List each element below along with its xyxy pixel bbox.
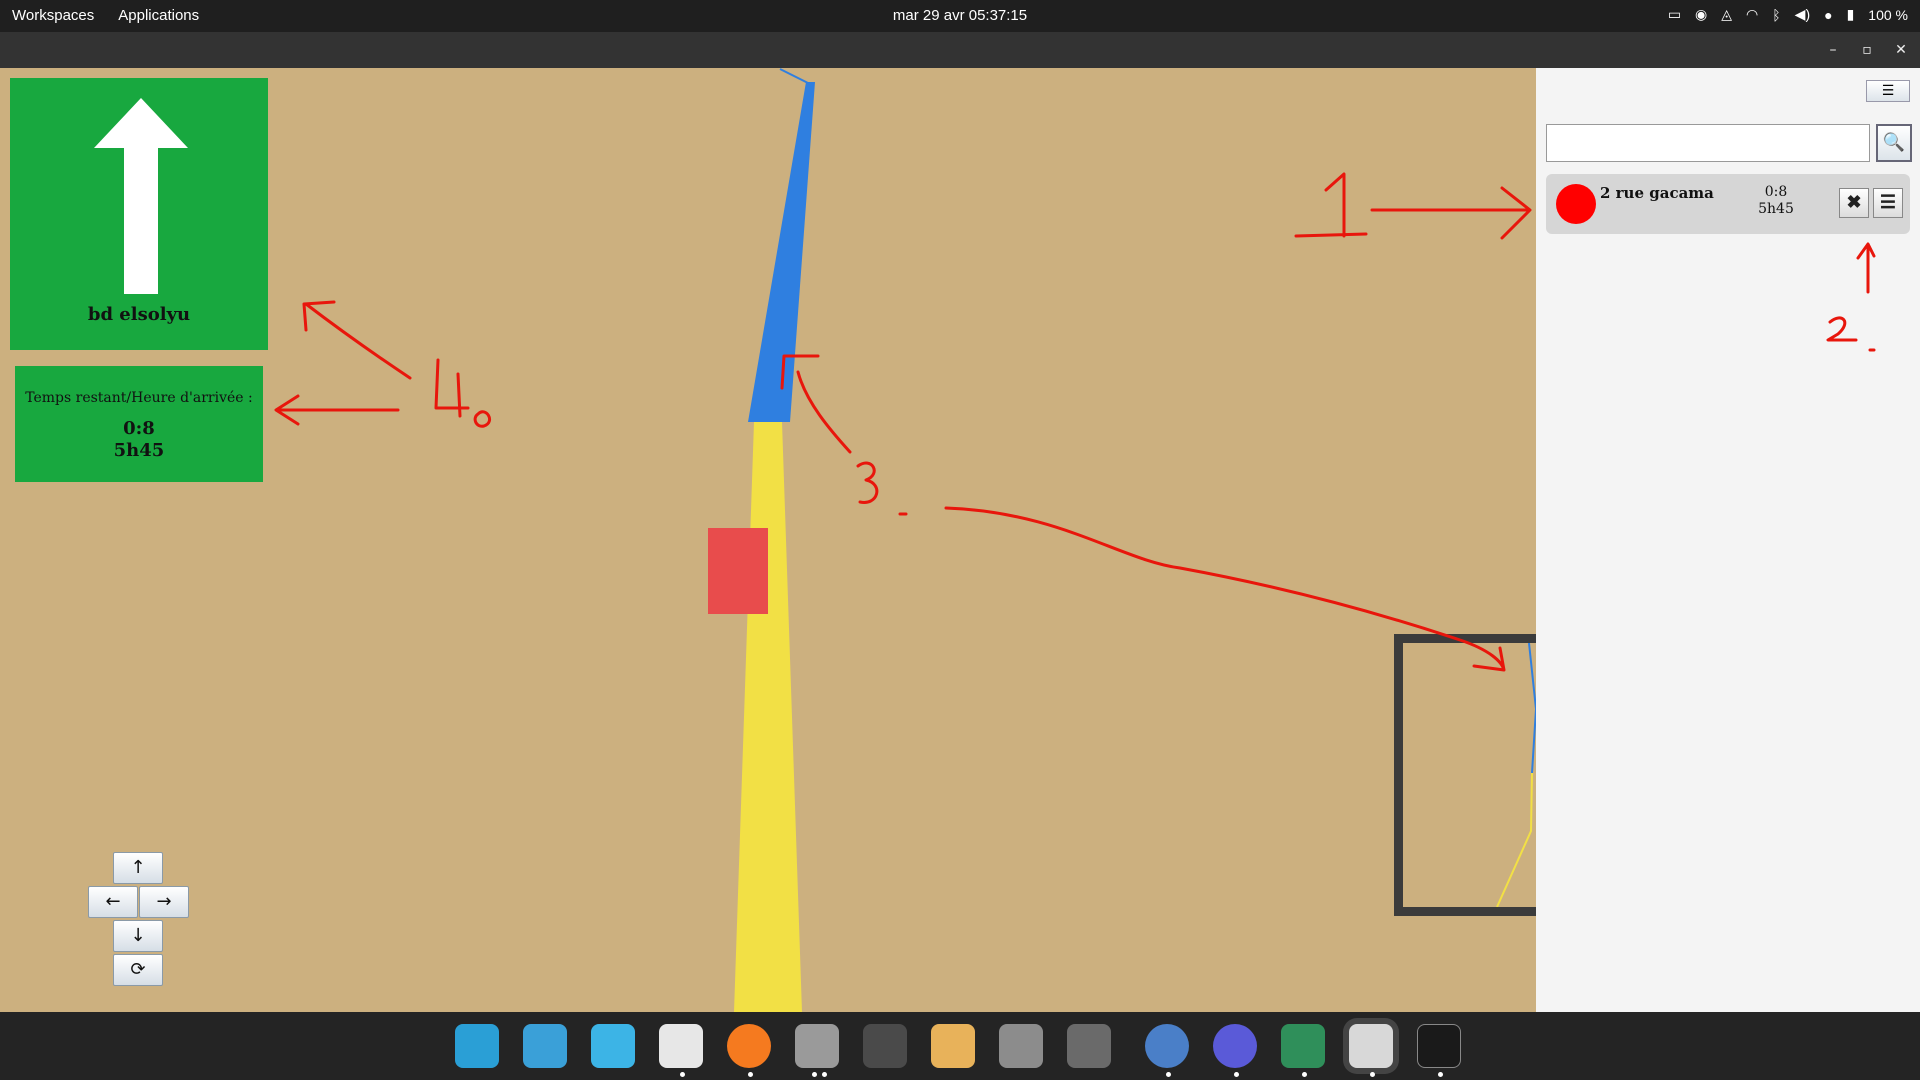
minimap[interactable]: ⛶ [1394, 634, 1536, 916]
terminal-icon[interactable] [1417, 1024, 1461, 1068]
window-manager-icon[interactable] [523, 1024, 567, 1068]
running-indicator [1302, 1072, 1307, 1077]
close-button[interactable]: ✕ [1891, 40, 1911, 60]
search-input[interactable] [1546, 124, 1870, 162]
applications-menu[interactable]: Applications [118, 7, 199, 24]
bluetooth-icon[interactable]: ᛒ [1772, 7, 1780, 23]
remaining-time: 0:8 [123, 418, 155, 439]
display-icon[interactable]: ▭ [1668, 6, 1681, 23]
running-indicator [748, 1072, 753, 1077]
files-icon[interactable] [795, 1024, 839, 1068]
calculator-icon[interactable] [999, 1024, 1043, 1068]
sidebar: ☰ 🔍 2 rue gacama 0:8 5h45 ✖ ☰ [1536, 68, 1920, 1012]
firefox-icon[interactable] [727, 1024, 771, 1068]
clock[interactable]: mar 29 avr 05:37:15 [893, 7, 1027, 24]
time-panel: Temps restant/Heure d'arrivée : 0:8 5h45 [15, 366, 263, 482]
pan-right-button[interactable]: → [139, 886, 189, 918]
code-editor-icon[interactable] [1145, 1024, 1189, 1068]
minimize-button[interactable]: – [1823, 40, 1843, 60]
app-grid-icon[interactable] [591, 1024, 635, 1068]
search-icon: 🔍 [1882, 132, 1906, 153]
pan-down-button[interactable]: ↓ [113, 920, 163, 952]
arrow-up-icon [94, 98, 188, 294]
vehicle-marker [708, 528, 768, 614]
battery-percent: 100 % [1868, 6, 1908, 23]
java-app-icon[interactable] [1349, 1024, 1393, 1068]
running-indicator [1166, 1072, 1171, 1077]
running-indicator [1370, 1072, 1375, 1077]
map-view[interactable]: bd elsolyu Temps restant/Heure d'arrivée… [0, 68, 1536, 1012]
vpn-icon[interactable]: ◉ [1695, 6, 1707, 23]
arrival-time: 5h45 [113, 440, 165, 461]
running-indicator [1438, 1072, 1443, 1077]
direction-panel: bd elsolyu [10, 78, 268, 350]
search-button[interactable]: 🔍 [1876, 124, 1912, 162]
time-label: Temps restant/Heure d'arrivée : [25, 390, 253, 406]
rotate-button[interactable]: ⟳ [113, 954, 163, 986]
maximize-button[interactable]: ▫ [1857, 40, 1877, 60]
settings-icon[interactable] [1067, 1024, 1111, 1068]
image-viewer-icon[interactable] [931, 1024, 975, 1068]
search-app-icon[interactable] [455, 1024, 499, 1068]
destination-card[interactable]: 2 rue gacama 0:8 5h45 ✖ ☰ [1546, 174, 1910, 234]
microphone-icon[interactable]: ● [1824, 7, 1832, 23]
battery-icon[interactable]: ▮ [1847, 6, 1855, 23]
destination-times: 0:8 5h45 [1726, 184, 1826, 218]
pan-left-button[interactable]: ← [88, 886, 138, 918]
network-tool-icon[interactable] [1213, 1024, 1257, 1068]
destination-menu-button[interactable]: ☰ [1873, 188, 1903, 218]
running-indicator [822, 1072, 827, 1077]
remove-destination-button[interactable]: ✖ [1839, 188, 1869, 218]
system-monitor-icon[interactable] [863, 1024, 907, 1068]
archive-manager-icon[interactable] [1281, 1024, 1325, 1068]
minimap-view[interactable] [1403, 643, 1536, 907]
route-blue-segment [748, 82, 815, 422]
destination-arrival: 5h45 [1758, 201, 1794, 217]
route-blue-tail [779, 68, 811, 85]
network-icon[interactable]: ◬ [1721, 6, 1732, 23]
running-indicator [812, 1072, 817, 1077]
destination-color-dot [1556, 184, 1596, 224]
sidebar-menu-button[interactable]: ☰ [1866, 80, 1910, 102]
workspaces-menu[interactable]: Workspaces [12, 7, 94, 24]
wifi-icon[interactable]: ◠ [1746, 6, 1758, 23]
street-name: bd elsolyu [87, 304, 191, 325]
system-top-bar: Workspaces Applications mar 29 avr 05:37… [0, 0, 1920, 32]
route-yellow-segment [734, 422, 802, 1012]
running-indicator [680, 1072, 685, 1077]
minimap-route [1496, 643, 1536, 907]
pan-up-button[interactable]: ↑ [113, 852, 163, 884]
text-editor-icon[interactable] [659, 1024, 703, 1068]
destination-remaining: 0:8 [1764, 184, 1788, 200]
window-titlebar: – ▫ ✕ [0, 32, 1920, 68]
destination-name: 2 rue gacama [1600, 184, 1714, 202]
taskbar-dock [0, 1012, 1920, 1080]
running-indicator [1234, 1072, 1239, 1077]
volume-icon[interactable]: ◀) [1795, 6, 1810, 23]
